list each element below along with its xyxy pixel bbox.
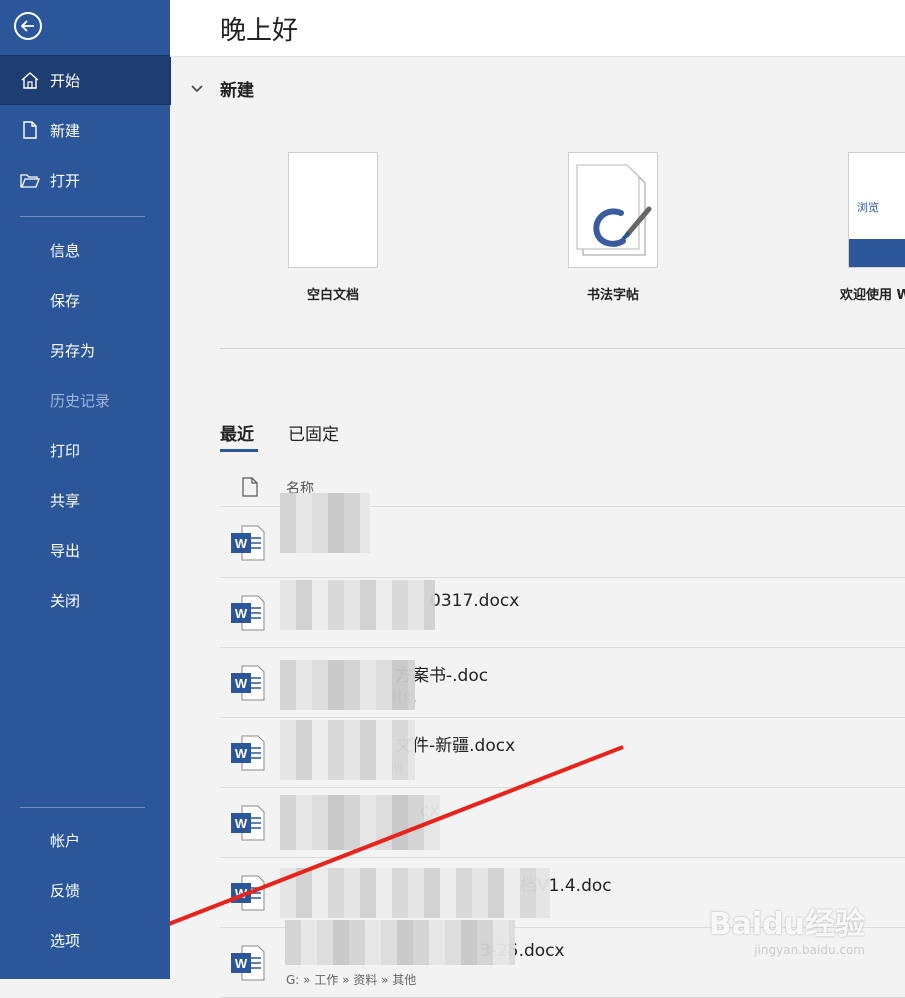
template-thumbnail (568, 152, 658, 268)
blurred-region (280, 660, 415, 710)
word-document-icon: W (231, 945, 265, 981)
blurred-region (280, 868, 550, 918)
file-path: G: » 工作 » 资料 » 其他 (286, 973, 417, 987)
nav-close-label: 关闭 (50, 591, 81, 610)
nav-account[interactable]: 帐户 (0, 816, 170, 864)
nav-info-label: 信息 (50, 241, 81, 260)
template-blank-document[interactable]: 空白文档 (288, 152, 378, 303)
nav-save[interactable]: 保存 (0, 276, 170, 324)
nav-export[interactable]: 导出 (0, 526, 170, 574)
word-document-icon: W (231, 525, 265, 561)
folder-open-icon (20, 174, 40, 188)
nav-options-label: 选项 (50, 931, 81, 950)
nav-export-label: 导出 (50, 541, 81, 560)
nav-home-label: 开始 (50, 71, 81, 90)
blurred-region (280, 493, 370, 553)
nav-share-label: 共享 (50, 491, 81, 510)
file-type-icon (242, 477, 258, 497)
template-label: 空白文档 (306, 288, 359, 303)
new-document-icon (23, 121, 37, 139)
blurred-region (280, 720, 415, 780)
section-divider (220, 348, 905, 349)
new-section-title: 新建 (220, 81, 254, 101)
word-document-icon: W (231, 805, 265, 841)
svg-text:W: W (235, 886, 248, 901)
nav-new-label: 新建 (50, 121, 81, 140)
new-section-header[interactable]: 新建 (190, 76, 254, 101)
watermark-text: Baidu经验 (708, 907, 865, 942)
nav-options[interactable]: 选项 (0, 916, 170, 964)
backstage-main: 晚上好 新建 空白文档 书法字帖 浏览 欢迎使用 W 最近 已固定 名称 W W… (170, 0, 905, 998)
template-thumbnail (288, 152, 378, 268)
template-welcome[interactable]: 浏览 欢迎使用 W (840, 152, 905, 303)
svg-text:W: W (235, 746, 248, 761)
nav-share[interactable]: 共享 (0, 476, 170, 524)
home-icon (21, 72, 39, 89)
blurred-region (280, 795, 440, 850)
backstage-sidebar: 开始 新建 打开 信息 保存 另存为 历史记录 打印 共享 导出 关闭 帐户 反… (0, 0, 171, 979)
template-welcome-band (849, 239, 905, 267)
nav-print-label: 打印 (50, 441, 81, 460)
nav-close[interactable]: 关闭 (0, 576, 170, 624)
nav-home[interactable]: 开始 (0, 55, 171, 105)
nav-account-label: 帐户 (50, 831, 81, 850)
word-document-icon: W (231, 665, 265, 701)
svg-text:W: W (235, 816, 248, 831)
tab-pinned[interactable]: 已固定 (288, 420, 339, 445)
svg-text:W: W (235, 536, 248, 551)
greeting-bar: 晚上好 (170, 0, 905, 57)
nav-history-label: 历史记录 (50, 391, 111, 410)
word-document-icon: W (231, 595, 265, 631)
blurred-region (280, 580, 435, 630)
template-calligraphy[interactable]: 书法字帖 (568, 152, 658, 303)
svg-text:W: W (235, 606, 248, 621)
sidebar-divider-bottom (20, 807, 145, 808)
nav-save-as-label: 另存为 (50, 341, 96, 360)
word-document-icon: W (231, 735, 265, 771)
baidu-watermark: Baidu经验 jingyan.baidu.com (709, 899, 865, 957)
sidebar-divider (20, 216, 145, 217)
nav-new[interactable]: 新建 (0, 106, 170, 154)
blurred-region (285, 920, 515, 965)
word-document-icon: W (231, 875, 265, 911)
nav-info[interactable]: 信息 (0, 226, 170, 274)
chevron-down-icon (191, 84, 203, 92)
nav-history: 历史记录 (0, 376, 170, 424)
template-label: 欢迎使用 W (840, 288, 905, 303)
tab-recent[interactable]: 最近 (220, 420, 254, 445)
back-arrow-icon (20, 20, 34, 32)
template-label: 书法字帖 (586, 288, 639, 303)
greeting-title: 晚上好 (220, 16, 299, 46)
tab-active-indicator (220, 449, 258, 452)
template-browse-text: 浏览 (857, 201, 879, 214)
nav-feedback[interactable]: 反馈 (0, 866, 170, 914)
nav-feedback-label: 反馈 (50, 881, 81, 900)
nav-open-label: 打开 (50, 171, 81, 190)
svg-text:W: W (235, 676, 248, 691)
template-thumbnail: 浏览 (848, 152, 905, 268)
file-name: 0317.docx (430, 591, 520, 611)
svg-text:W: W (235, 956, 248, 971)
back-button[interactable] (14, 12, 42, 40)
nav-print[interactable]: 打印 (0, 426, 170, 474)
nav-save-as[interactable]: 另存为 (0, 326, 170, 374)
nav-save-label: 保存 (50, 291, 81, 310)
calligraphy-brush-icon (576, 164, 652, 256)
watermark-url: jingyan.baidu.com (754, 943, 865, 957)
nav-open[interactable]: 打开 (0, 156, 170, 204)
